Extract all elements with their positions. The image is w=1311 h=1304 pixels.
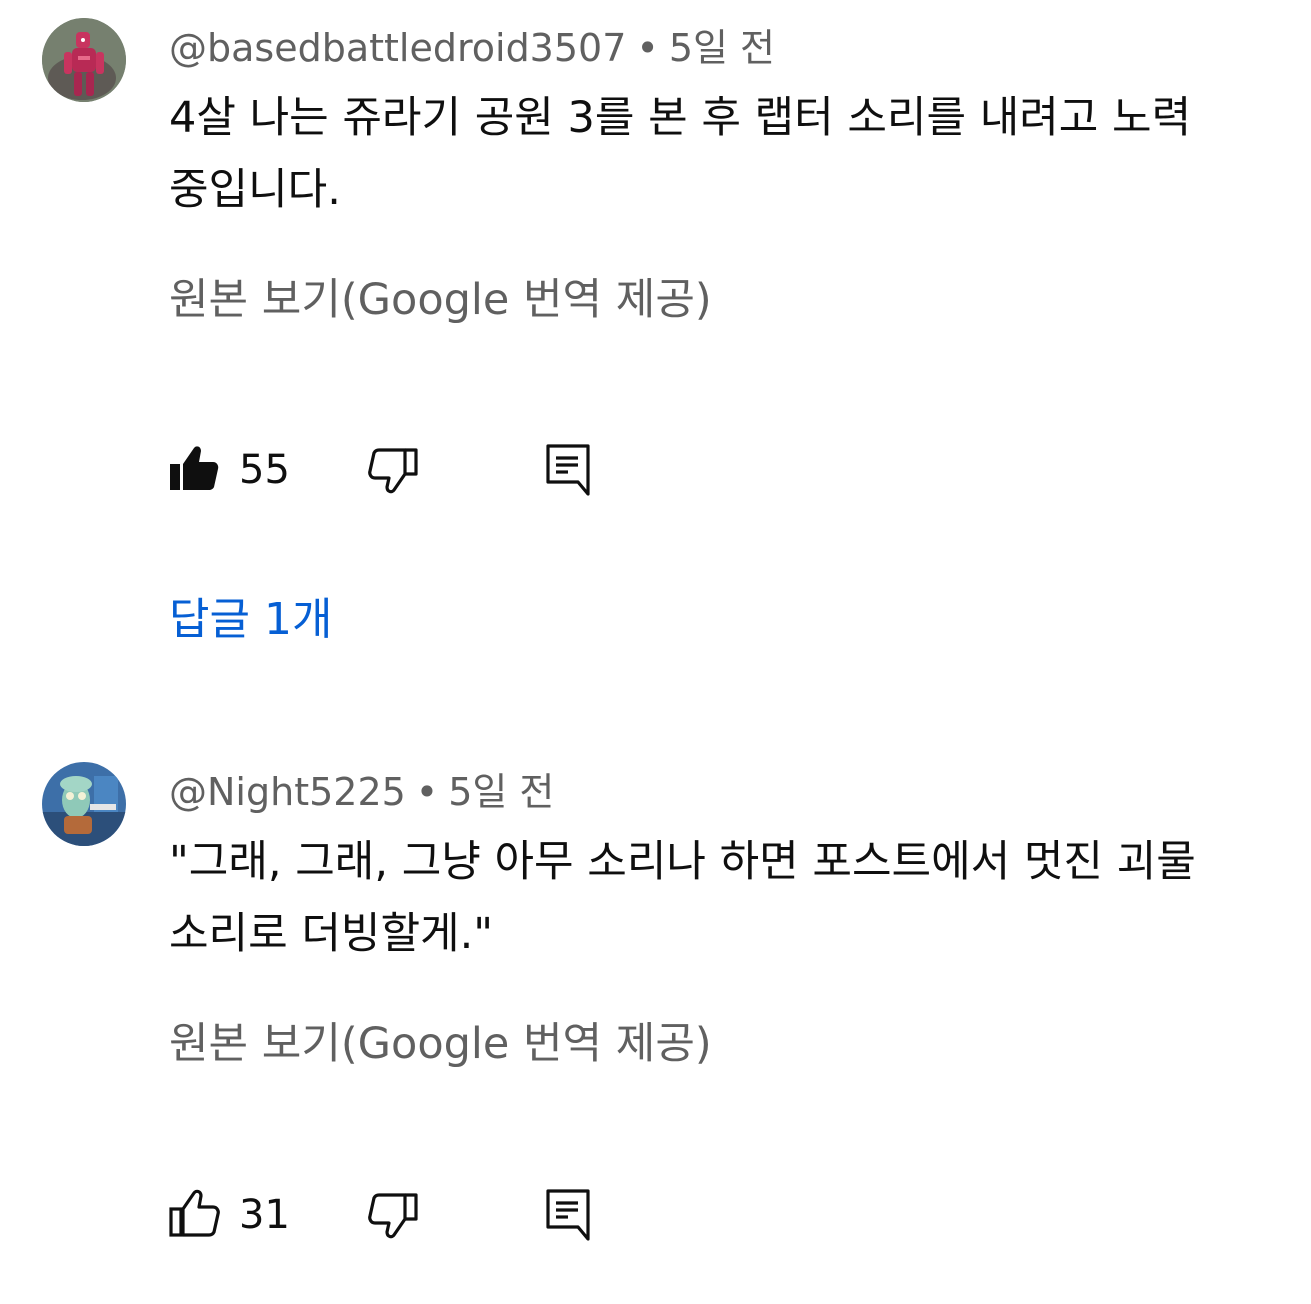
comment-time: 5일 전 — [448, 770, 555, 814]
robot-avatar-icon — [42, 18, 126, 102]
comment-text-line: "그래, 그래, 그냥 아무 소리나 하면 포스트에서 멋진 괴물 — [169, 837, 1196, 887]
comment-text: "그래, 그래, 그냥 아무 소리나 하면 포스트에서 멋진 괴물 소리로 더빙… — [169, 826, 1249, 970]
comment-text-line: 소리로 더빙할게." — [169, 909, 494, 959]
view-original-link[interactable]: 원본 보기(Google 번역 제공) — [169, 272, 712, 328]
thumbs-up-icon — [169, 1189, 220, 1237]
dislike-button[interactable] — [367, 1187, 419, 1243]
avatar[interactable] — [42, 762, 126, 846]
comment-actions: 31 — [169, 1187, 669, 1247]
comment-text-line: 중입니다. — [169, 165, 341, 215]
comment-icon — [546, 444, 590, 496]
comment-time: 5일 전 — [668, 26, 776, 70]
cartoon-avatar-icon — [42, 762, 126, 846]
dislike-button[interactable] — [367, 442, 419, 498]
comment-meta: @Night5225 • 5일 전 — [169, 768, 554, 816]
reply-button[interactable] — [544, 442, 596, 498]
view-original-link[interactable]: 원본 보기(Google 번역 제공) — [169, 1016, 712, 1072]
author-name[interactable]: @Night5225 — [169, 770, 406, 814]
author-name[interactable]: @basedbattledroid3507 — [169, 26, 626, 70]
like-count: 55 — [239, 447, 290, 493]
thumbs-down-icon — [368, 448, 418, 494]
comment-text-line: 4살 나는 쥬라기 공원 3를 본 후 랩터 소리를 내려고 노력 — [169, 93, 1192, 143]
comment-icon — [546, 1189, 590, 1241]
comment-actions: 55 — [169, 442, 669, 502]
comment-meta: @basedbattledroid3507 • 5일 전 — [169, 24, 775, 72]
like-count: 31 — [239, 1192, 290, 1238]
like-button[interactable] — [169, 1187, 221, 1243]
meta-separator: • — [415, 770, 439, 814]
meta-separator: • — [636, 26, 659, 70]
like-button[interactable] — [169, 442, 221, 498]
replies-link[interactable]: 답글 1개 — [169, 592, 332, 648]
comment-text: 4살 나는 쥬라기 공원 3를 본 후 랩터 소리를 내려고 노력 중입니다. — [169, 82, 1249, 226]
thumbs-up-filled-icon — [170, 446, 219, 490]
avatar[interactable] — [42, 18, 126, 102]
thumbs-down-icon — [368, 1193, 418, 1239]
reply-button[interactable] — [544, 1187, 596, 1243]
